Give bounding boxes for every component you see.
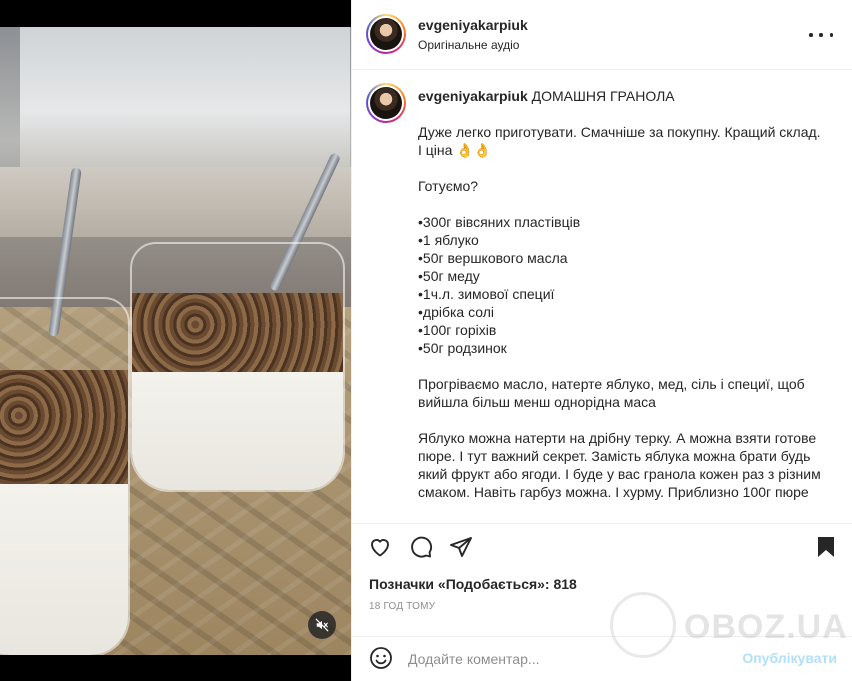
caption-title: ДОМАШНЯ ГРАНОЛА bbox=[531, 88, 675, 104]
granola-glass bbox=[130, 242, 345, 492]
watermark-logo bbox=[610, 592, 676, 658]
heart-icon bbox=[371, 539, 389, 557]
video-frame bbox=[0, 27, 351, 655]
mute-button[interactable] bbox=[308, 611, 336, 639]
granola-glass bbox=[0, 297, 130, 655]
comment-button[interactable] bbox=[409, 535, 435, 561]
yogurt-layer bbox=[132, 371, 343, 490]
post-panel: evgeniyakarpiuk Оригінальне аудіо evgeni… bbox=[351, 0, 852, 681]
post-timestamp[interactable]: 18 ГОД ТОМУ bbox=[369, 601, 435, 612]
caption-username[interactable]: evgeniyakarpiuk bbox=[418, 88, 528, 104]
action-bar bbox=[352, 523, 852, 571]
share-button[interactable] bbox=[449, 535, 475, 561]
granola-layer bbox=[0, 370, 128, 485]
smiley-icon bbox=[370, 647, 392, 669]
watermark-text: OBOZ.UA bbox=[684, 608, 848, 646]
bookmark-icon bbox=[818, 537, 834, 557]
audio-label[interactable]: Оригінальне аудіо bbox=[418, 38, 519, 52]
post-video[interactable] bbox=[0, 0, 351, 681]
comment-icon bbox=[411, 536, 433, 558]
yogurt-layer bbox=[0, 484, 128, 655]
caption-text: Дуже легко приготувати. Смачніше за поку… bbox=[418, 124, 821, 500]
granola-layer bbox=[132, 293, 343, 372]
post-header: evgeniyakarpiuk Оригінальне аудіо bbox=[352, 0, 852, 70]
likes-count[interactable]: Позначки «Подобається»: 818 bbox=[369, 576, 577, 592]
more-options-button[interactable] bbox=[809, 24, 833, 46]
caption-heading: evgeniyakarpiuk ДОМАШНЯ ГРАНОЛА bbox=[418, 88, 675, 104]
share-icon bbox=[450, 537, 472, 557]
header-username[interactable]: evgeniyakarpiuk bbox=[418, 17, 528, 33]
like-button[interactable] bbox=[368, 535, 394, 561]
window-background bbox=[20, 27, 350, 167]
save-button[interactable] bbox=[814, 535, 840, 561]
caption-avatar[interactable] bbox=[366, 83, 406, 123]
avatar[interactable] bbox=[366, 14, 406, 54]
more-options-icon bbox=[809, 33, 813, 37]
emoji-button[interactable] bbox=[369, 646, 395, 672]
muted-speaker-icon bbox=[315, 618, 329, 632]
watermark: OBOZ.UA bbox=[610, 592, 850, 658]
caption-section: evgeniyakarpiuk ДОМАШНЯ ГРАНОЛА Дуже лег… bbox=[352, 71, 852, 523]
